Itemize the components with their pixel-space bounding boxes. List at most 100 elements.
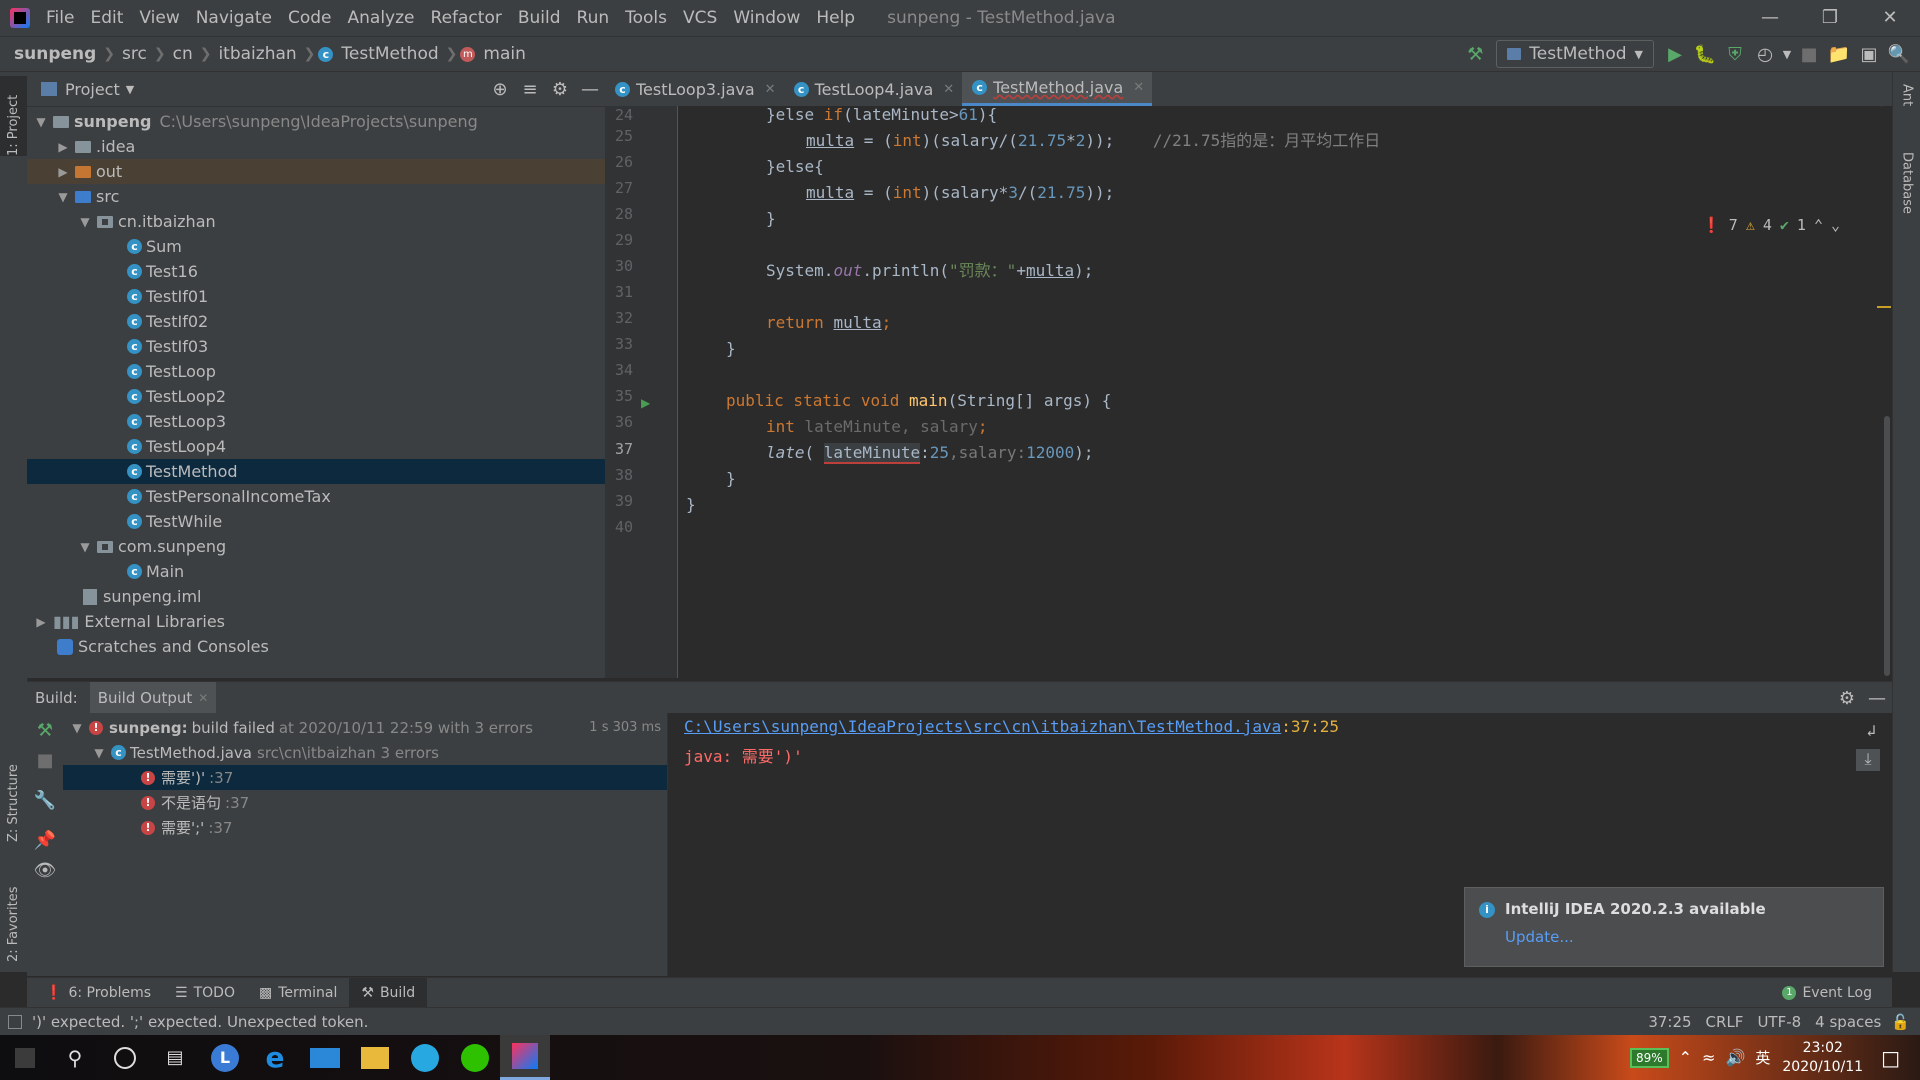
tree-item-scratches[interactable]: Scratches and Consoles	[27, 634, 605, 659]
tree-item-class-selected[interactable]: c TestMethod	[27, 459, 605, 484]
editor-scrollbar[interactable]	[1877, 106, 1892, 678]
editor-gutter[interactable]: 24 25 26 27 28 29 30 31 32 33 34 35 36 3…	[605, 106, 678, 678]
browser-icon[interactable]	[400, 1035, 450, 1080]
todo-tool-button[interactable]: ☰ TODO	[163, 978, 247, 1008]
tree-item-package[interactable]: ▼ cn.itbaizhan	[27, 209, 605, 234]
build-hammer-icon[interactable]: ⚒	[30, 715, 60, 745]
menu-tools[interactable]: Tools	[617, 0, 675, 36]
line-separator[interactable]: CRLF	[1706, 1013, 1744, 1031]
search-icon[interactable]: 🔍	[1884, 39, 1914, 69]
wifi-icon[interactable]: ≈	[1702, 1048, 1715, 1067]
collapse-all-icon[interactable]: ≡	[515, 74, 545, 104]
inspection-widget[interactable]: ❗ 7 ⚠ 4 ✔ 1 ⌃ ⌄	[1702, 216, 1840, 234]
breadcrumb-main[interactable]: main	[479, 44, 529, 64]
toggle-tool-windows-icon[interactable]	[8, 1015, 22, 1029]
battery-indicator[interactable]: 89%	[1629, 1047, 1669, 1068]
file-explorer-icon[interactable]	[350, 1035, 400, 1080]
run-icon[interactable]: ▶	[1660, 39, 1690, 69]
output-file-link[interactable]: C:\Users\sunpeng\IdeaProjects\src\cn\itb…	[684, 717, 1281, 736]
close-icon[interactable]: ✕	[943, 82, 954, 97]
tree-item-root[interactable]: ▼ sunpeng C:\Users\sunpeng\IdeaProjects\…	[27, 109, 605, 134]
close-window-button[interactable]: ✕	[1860, 0, 1920, 36]
edge-icon[interactable]: e	[250, 1035, 300, 1080]
menu-view[interactable]: View	[131, 0, 187, 36]
database-tool-button[interactable]: Database	[1893, 152, 1920, 252]
debug-icon[interactable]: 🐛	[1690, 39, 1720, 69]
project-structure-icon[interactable]: 📁	[1824, 39, 1854, 69]
event-log-button[interactable]: 1 Event Log	[1770, 978, 1884, 1008]
indent-setting[interactable]: 4 spaces	[1815, 1013, 1881, 1031]
gear-icon[interactable]: ⚙	[1832, 683, 1862, 713]
menu-vcs[interactable]: VCS	[675, 0, 725, 36]
app-l-icon[interactable]: L	[200, 1035, 250, 1080]
error-stripe-mark[interactable]	[1877, 306, 1891, 308]
tree-item-class[interactable]: c TestLoop3	[27, 409, 605, 434]
project-tool-button[interactable]: 1: Project	[0, 76, 27, 156]
tree-item-src[interactable]: ▼ src	[27, 184, 605, 209]
task-view-icon[interactable]: ▤	[150, 1035, 200, 1080]
tree-item-class[interactable]: c TestIf01	[27, 284, 605, 309]
tree-item-class[interactable]: c TestLoop	[27, 359, 605, 384]
volume-icon[interactable]: 🔊	[1725, 1048, 1745, 1067]
restore-button[interactable]: ❐	[1800, 0, 1860, 36]
tree-item-class[interactable]: c TestLoop4	[27, 434, 605, 459]
chevron-down-icon[interactable]: ▼	[1780, 39, 1794, 69]
tab-testloop4[interactable]: c TestLoop4.java ✕	[784, 72, 963, 106]
build-error-row[interactable]: ! 不是语句 :37	[63, 790, 667, 815]
stop-icon[interactable]: ■	[1794, 39, 1824, 69]
structure-tool-button[interactable]: Z: Structure	[0, 742, 27, 842]
breadcrumb-testmethod[interactable]: TestMethod	[337, 44, 442, 64]
run-configuration-dropdown[interactable]: TestMethod ▼	[1496, 40, 1654, 68]
tree-item-class[interactable]: c Test16	[27, 259, 605, 284]
minimize-button[interactable]: —	[1740, 0, 1800, 36]
tab-testmethod[interactable]: c TestMethod.java ✕	[962, 72, 1153, 106]
menu-build[interactable]: Build	[510, 0, 569, 36]
project-panel-title[interactable]: Project	[65, 80, 120, 99]
mail-icon[interactable]	[300, 1035, 350, 1080]
breadcrumb-src[interactable]: src	[118, 44, 151, 64]
hide-icon[interactable]: —	[575, 74, 605, 104]
tree-item-idea[interactable]: ▶ .idea	[27, 134, 605, 159]
breadcrumb-cn[interactable]: cn	[169, 44, 197, 64]
wrench-icon[interactable]: 🔧	[30, 785, 60, 815]
eye-icon[interactable]: 👁	[30, 855, 60, 885]
tree-item-class[interactable]: c TestIf02	[27, 309, 605, 334]
input-method-indicator[interactable]: 英	[1755, 1047, 1770, 1068]
tree-item-class[interactable]: c TestIf03	[27, 334, 605, 359]
build-error-row[interactable]: ! 需要')' :37	[63, 765, 667, 790]
tree-item-iml[interactable]: sunpeng.iml	[27, 584, 605, 609]
previous-highlight-icon[interactable]: ⌃	[1814, 216, 1823, 234]
cortana-icon[interactable]	[100, 1035, 150, 1080]
menu-edit[interactable]: Edit	[82, 0, 131, 36]
update-link[interactable]: Update...	[1505, 928, 1574, 946]
build-error-row[interactable]: ! 需要';' :37	[63, 815, 667, 840]
presentation-icon[interactable]: ▣	[1854, 39, 1884, 69]
tab-build-output[interactable]: Build Output ✕	[89, 682, 217, 714]
windows-start-icon[interactable]	[0, 1035, 50, 1080]
tree-item-class[interactable]: c TestPersonalIncomeTax	[27, 484, 605, 509]
tree-item-class[interactable]: c Sum	[27, 234, 605, 259]
code-editor[interactable]: }else if(lateMinute>61){ multa = (int)(s…	[678, 105, 1880, 678]
build-result-row[interactable]: ▼ ! sunpeng: build failed at 2020/10/11 …	[63, 715, 667, 740]
close-icon[interactable]: ✕	[1133, 80, 1144, 95]
gear-icon[interactable]: ⚙	[545, 74, 575, 104]
next-highlight-icon[interactable]: ⌄	[1831, 216, 1840, 234]
close-icon[interactable]: ✕	[198, 691, 208, 705]
problems-tool-button[interactable]: ❗ 6: Problems	[33, 978, 163, 1008]
menu-run[interactable]: Run	[569, 0, 618, 36]
menu-analyze[interactable]: Analyze	[340, 0, 423, 36]
tree-item-package[interactable]: ▼ com.sunpeng	[27, 534, 605, 559]
search-icon[interactable]: ⚲	[50, 1035, 100, 1080]
menu-navigate[interactable]: Navigate	[188, 0, 280, 36]
tree-item-class[interactable]: c TestWhile	[27, 509, 605, 534]
chevron-down-icon[interactable]: ▼	[126, 83, 134, 96]
tree-item-class[interactable]: c Main	[27, 559, 605, 584]
menu-window[interactable]: Window	[725, 0, 808, 36]
notification-center-icon[interactable]: □	[1881, 1046, 1900, 1070]
locate-icon[interactable]: ⊕	[485, 74, 515, 104]
menu-code[interactable]: Code	[280, 0, 340, 36]
caret-position[interactable]: 37:25	[1648, 1013, 1691, 1031]
stop-icon[interactable]: ■	[30, 745, 60, 775]
favorites-tool-button[interactable]: 2: Favorites	[0, 862, 27, 962]
wechat-icon[interactable]	[450, 1035, 500, 1080]
